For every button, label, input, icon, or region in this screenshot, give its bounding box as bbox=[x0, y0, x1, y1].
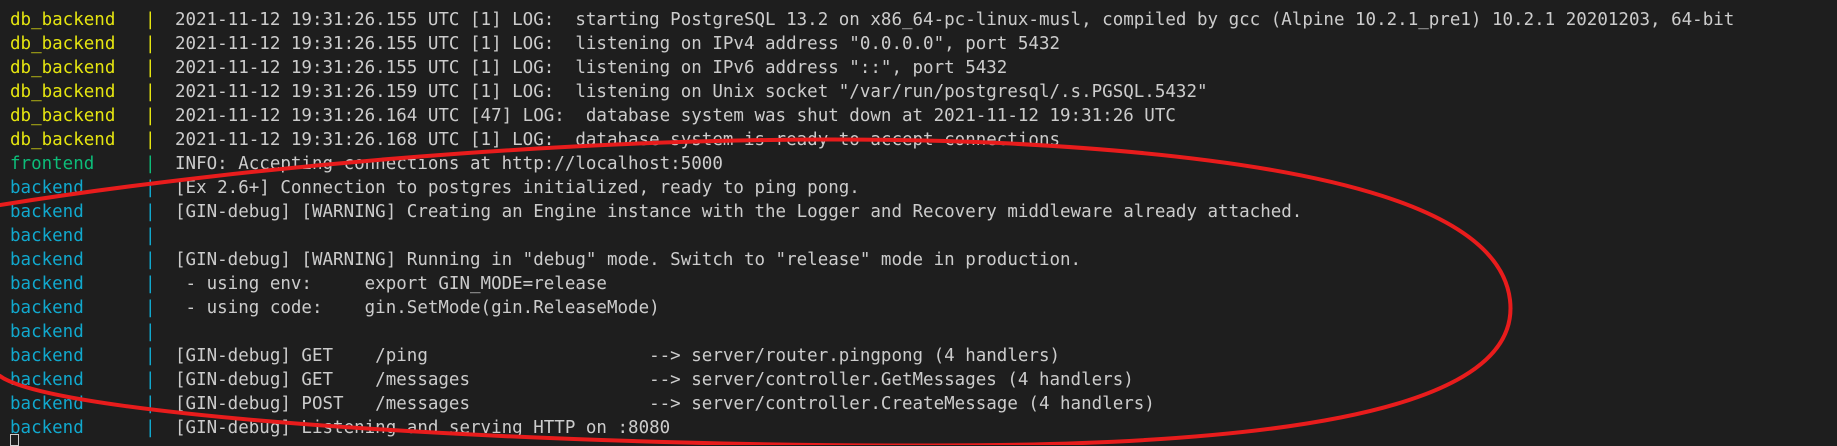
log-message: 2021-11-12 19:31:26.155 UTC [1] LOG: sta… bbox=[175, 10, 1735, 30]
service-name: backend bbox=[10, 322, 84, 342]
service-name: frontend bbox=[10, 154, 95, 174]
log-message: 2021-11-12 19:31:26.159 UTC [1] LOG: lis… bbox=[175, 82, 1208, 102]
separator: | bbox=[145, 346, 156, 366]
log-line: backend | [GIN-debug] POST /messages --> s… bbox=[10, 392, 1734, 416]
service-name: db_backend bbox=[10, 130, 116, 150]
log-output: db_backend | 2021-11-12 19:31:26.155 UTC [… bbox=[10, 8, 1734, 440]
separator: | bbox=[145, 82, 156, 102]
log-line: backend | [GIN-debug] GET /messages --> se… bbox=[10, 368, 1734, 392]
service-name: db_backend bbox=[10, 106, 116, 126]
service-name: db_backend bbox=[10, 10, 116, 30]
separator: | bbox=[145, 34, 156, 54]
log-message: [GIN-debug] [WARNING] Running in "debug"… bbox=[175, 250, 1082, 270]
separator: | bbox=[145, 154, 156, 174]
service-name: backend bbox=[10, 298, 84, 318]
log-line: backend | [GIN-debug] [WARNING] Creating a… bbox=[10, 200, 1734, 224]
service-name: backend bbox=[10, 178, 84, 198]
separator: | bbox=[145, 322, 156, 342]
log-message: - using env: export GIN_MODE=release bbox=[175, 274, 607, 294]
terminal-window[interactable]: db_backend | 2021-11-12 19:31:26.155 UTC [… bbox=[0, 0, 1837, 446]
log-line: db_backend | 2021-11-12 19:31:26.155 UTC [… bbox=[10, 32, 1734, 56]
service-name: backend bbox=[10, 370, 84, 390]
separator: | bbox=[145, 106, 156, 126]
log-line: backend | [GIN-debug] Listening and servin… bbox=[10, 416, 1734, 440]
log-message: [GIN-debug] GET /messages --> server/con… bbox=[175, 370, 1134, 390]
log-message: [GIN-debug] Listening and serving HTTP o… bbox=[175, 418, 671, 438]
separator: | bbox=[145, 226, 156, 246]
log-message: [GIN-debug] GET /ping --> server/router.… bbox=[175, 346, 1061, 366]
service-name: backend bbox=[10, 274, 84, 294]
service-name: backend bbox=[10, 418, 84, 438]
log-message: [GIN-debug] [WARNING] Creating an Engine… bbox=[175, 202, 1303, 222]
log-message: 2021-11-12 19:31:26.155 UTC [1] LOG: lis… bbox=[175, 34, 1061, 54]
log-message: - using code: gin.SetMode(gin.ReleaseMod… bbox=[175, 298, 660, 318]
log-line: backend | [Ex 2.6+] Connection to postgres… bbox=[10, 176, 1734, 200]
log-message: 2021-11-12 19:31:26.168 UTC [1] LOG: dat… bbox=[175, 130, 1061, 150]
log-line: db_backend | 2021-11-12 19:31:26.159 UTC [… bbox=[10, 80, 1734, 104]
log-message: INFO: Accepting connections at http://lo… bbox=[175, 154, 723, 174]
log-line: backend | bbox=[10, 320, 1734, 344]
log-line: backend | - using env: export GIN_MODE=re… bbox=[10, 272, 1734, 296]
separator: | bbox=[145, 370, 156, 390]
separator: | bbox=[145, 178, 156, 198]
service-name: backend bbox=[10, 394, 84, 414]
separator: | bbox=[145, 298, 156, 318]
service-name: backend bbox=[10, 226, 84, 246]
separator: | bbox=[145, 58, 156, 78]
terminal-cursor bbox=[10, 434, 19, 446]
separator: | bbox=[145, 202, 156, 222]
service-name: backend bbox=[10, 250, 84, 270]
log-line: backend | [GIN-debug] [WARNING] Running in… bbox=[10, 248, 1734, 272]
log-message: [Ex 2.6+] Connection to postgres initial… bbox=[175, 178, 860, 198]
separator: | bbox=[145, 250, 156, 270]
separator: | bbox=[145, 418, 156, 438]
log-message: 2021-11-12 19:31:26.155 UTC [1] LOG: lis… bbox=[175, 58, 1008, 78]
log-message: [GIN-debug] POST /messages --> server/co… bbox=[175, 394, 1155, 414]
log-line: backend | [GIN-debug] GET /ping --> server… bbox=[10, 344, 1734, 368]
log-line: frontend | INFO: Accepting connections at … bbox=[10, 152, 1734, 176]
log-message: 2021-11-12 19:31:26.164 UTC [47] LOG: da… bbox=[175, 106, 1176, 126]
separator: | bbox=[145, 394, 156, 414]
log-line: db_backend | 2021-11-12 19:31:26.155 UTC [… bbox=[10, 8, 1734, 32]
log-line: db_backend | 2021-11-12 19:31:26.155 UTC [… bbox=[10, 56, 1734, 80]
log-line: backend | bbox=[10, 224, 1734, 248]
service-name: db_backend bbox=[10, 58, 116, 78]
log-line: db_backend | 2021-11-12 19:31:26.168 UTC [… bbox=[10, 128, 1734, 152]
log-line: db_backend | 2021-11-12 19:31:26.164 UTC [… bbox=[10, 104, 1734, 128]
service-name: db_backend bbox=[10, 34, 116, 54]
separator: | bbox=[145, 10, 156, 30]
separator: | bbox=[145, 130, 156, 150]
service-name: db_backend bbox=[10, 82, 116, 102]
service-name: backend bbox=[10, 202, 84, 222]
separator: | bbox=[145, 274, 156, 294]
log-line: backend | - using code: gin.SetMode(gin.R… bbox=[10, 296, 1734, 320]
service-name: backend bbox=[10, 346, 84, 366]
